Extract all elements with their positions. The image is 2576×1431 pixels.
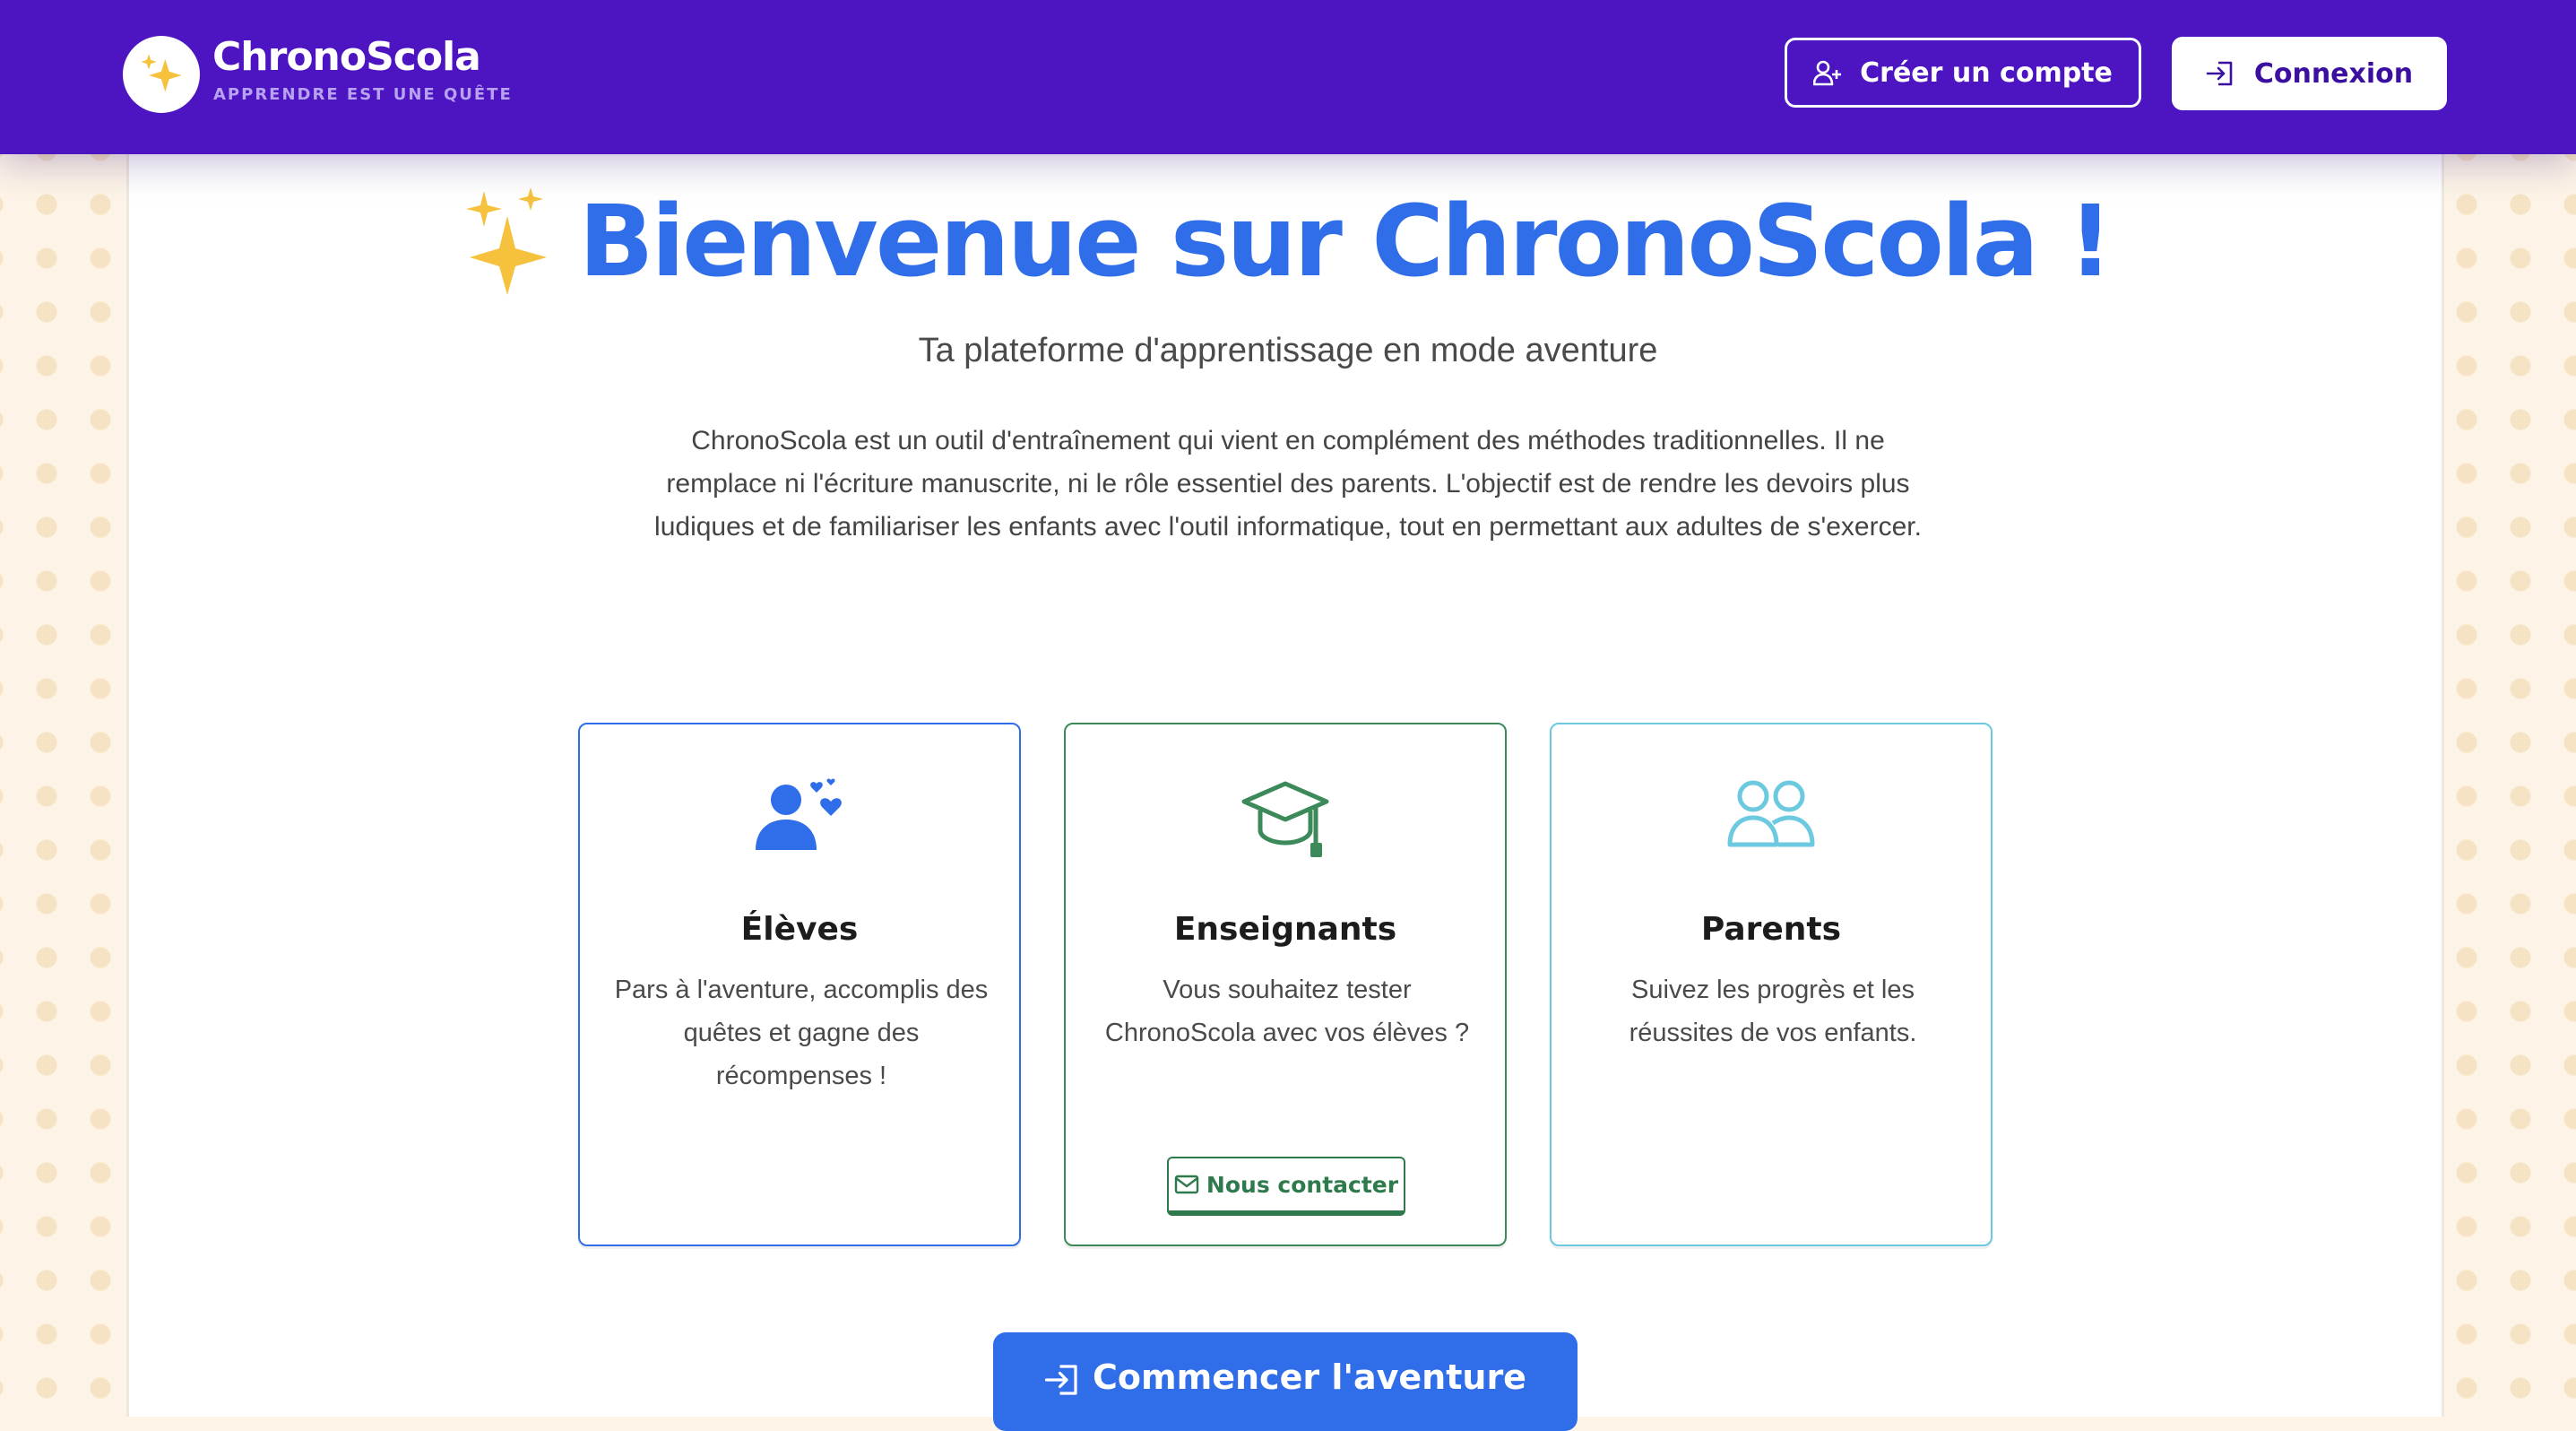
sign-in-icon <box>1044 1365 1077 1395</box>
card-parents[interactable]: Parents Suivez les progrès et les réussi… <box>1550 723 1993 1246</box>
sign-in-icon <box>2206 61 2233 86</box>
card-title: Parents <box>1700 911 1842 948</box>
logo[interactable] <box>123 36 200 113</box>
card-eleves[interactable]: Élèves Pars à l'aventure, accomplis des … <box>578 723 1021 1246</box>
envelope-icon <box>1174 1175 1199 1194</box>
brand-name[interactable]: ChronoScola <box>212 34 481 80</box>
signup-button[interactable]: Créer un compte <box>1785 38 2141 108</box>
hero-title: Bienvenue sur ChronoScola ! <box>0 184 2576 299</box>
graduation-cap-icon <box>1241 781 1329 857</box>
hero-title-text: Bienvenue sur ChronoScola ! <box>578 184 2114 299</box>
people-icon <box>1727 780 1815 847</box>
brand-tagline: APPRENDRE EST UNE QUÊTE <box>213 85 513 104</box>
start-adventure-label: Commencer l'aventure <box>1093 1357 1526 1397</box>
login-label: Connexion <box>2253 57 2414 90</box>
login-button[interactable]: Connexion <box>2172 37 2447 110</box>
sparkles-icon <box>141 54 182 92</box>
user-plus-icon <box>1813 60 1842 86</box>
signup-label: Créer un compte <box>1860 56 2113 89</box>
card-title: Élèves <box>740 911 859 948</box>
card-description: Suivez les progrès et les réussites de v… <box>1629 976 1917 1047</box>
start-adventure-button[interactable]: Commencer l'aventure <box>993 1332 1578 1431</box>
hero-subtitle: Ta plateforme d'apprentissage en mode av… <box>918 332 1658 369</box>
card-description: Pars à l'aventure, accomplis des quêtes … <box>614 976 989 1090</box>
contact-label: Nous contacter <box>1206 1171 1399 1198</box>
card-description: Vous souhaitez tester ChronoScola avec v… <box>1104 976 1470 1047</box>
sparkles-icon <box>465 187 547 295</box>
intro-paragraph: ChronoScola est un outil d'entraînement … <box>654 426 1922 542</box>
student-hearts-icon <box>756 778 842 850</box>
card-enseignants[interactable]: Enseignants Vous souhaitez tester Chrono… <box>1064 723 1507 1246</box>
top-navbar: ChronoScola APPRENDRE EST UNE QUÊTE Crée… <box>0 0 2576 154</box>
contact-button[interactable]: Nous contacter <box>1167 1157 1405 1216</box>
card-title: Enseignants <box>1173 911 1397 948</box>
